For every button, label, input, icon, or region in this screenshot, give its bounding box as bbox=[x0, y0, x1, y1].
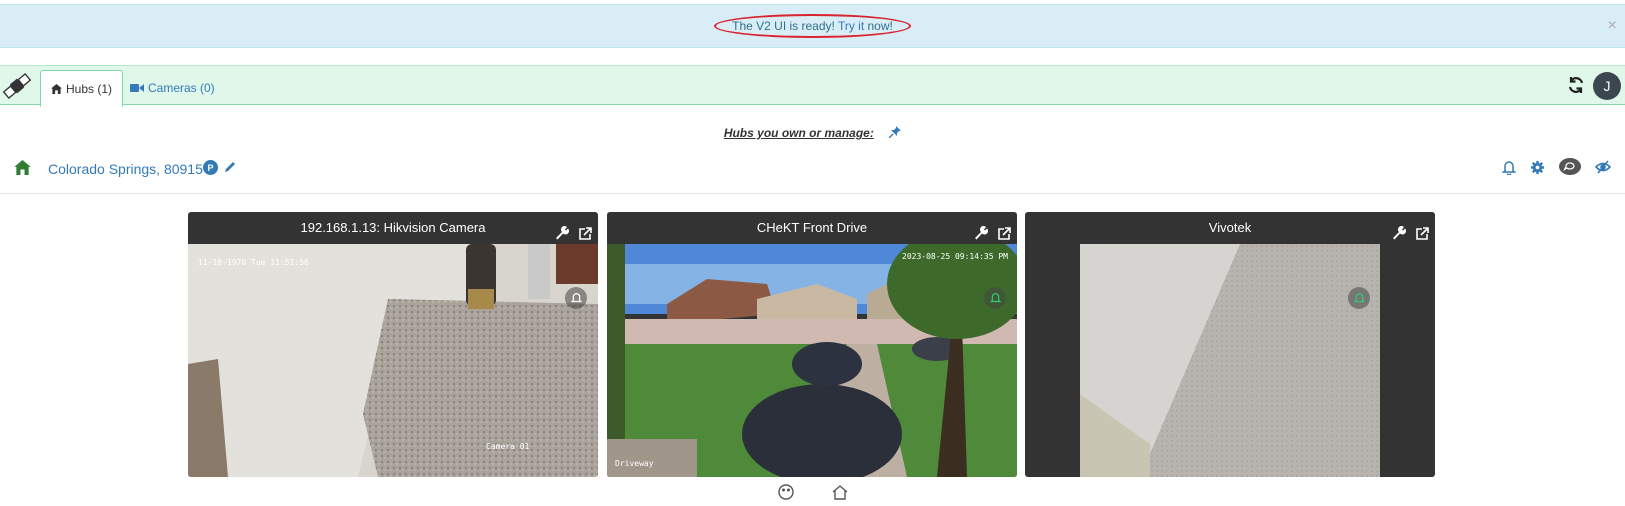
motion-bell-icon[interactable] bbox=[1348, 287, 1370, 309]
camera-title: Vivotek bbox=[1208, 220, 1252, 235]
video-camera-icon bbox=[130, 84, 144, 92]
motion-bell-icon[interactable] bbox=[565, 287, 587, 309]
refresh-icon[interactable] bbox=[1567, 76, 1585, 97]
camera-overlay-label: Driveway bbox=[615, 459, 654, 468]
footer-icons bbox=[778, 484, 848, 503]
camera-header: Vivotek bbox=[1025, 212, 1435, 244]
camera-header: CHeKT Front Drive bbox=[607, 212, 1017, 244]
tab-cameras[interactable]: Cameras (0) bbox=[120, 70, 225, 106]
camera-title: CHeKT Front Drive bbox=[756, 220, 868, 235]
camera-card[interactable]: Vivotek bbox=[1025, 212, 1435, 477]
tab-hubs[interactable]: Hubs (1) bbox=[40, 70, 124, 107]
avatar[interactable]: J bbox=[1593, 72, 1621, 100]
eye-slash-icon[interactable] bbox=[1594, 160, 1612, 177]
home-icon bbox=[51, 83, 62, 94]
comment-icon[interactable] bbox=[1559, 158, 1581, 179]
camera-header: 192.168.1.13: Hikvision Camera bbox=[188, 212, 598, 244]
camera-card[interactable]: CHeKT Front Drive 2023-08-25 09:14:35 PM… bbox=[607, 212, 1017, 477]
v2-ui-banner: The V2 UI is ready! Try it now! × bbox=[0, 4, 1625, 48]
close-icon[interactable]: × bbox=[1608, 17, 1617, 35]
camera-title: 192.168.1.13: Hikvision Camera bbox=[300, 220, 486, 235]
hubs-heading-label: Hubs you own or manage: bbox=[723, 126, 874, 140]
hub-home-icon bbox=[14, 160, 31, 178]
hub-row: Colorado Springs, 80915 P bbox=[0, 150, 1625, 194]
gear-icon[interactable] bbox=[1530, 160, 1545, 178]
satellite-logo-icon[interactable] bbox=[0, 70, 34, 102]
bell-icon[interactable] bbox=[1501, 160, 1517, 178]
pin-icon[interactable] bbox=[888, 126, 902, 141]
hubs-heading: Hubs you own or manage: bbox=[0, 126, 1625, 141]
tab-hubs-label: Hubs (1) bbox=[66, 81, 113, 96]
camera-card[interactable]: 192.168.1.13: Hikvision Camera 11-10-197… bbox=[188, 212, 598, 477]
hub-name-link[interactable]: Colorado Springs, 80915 bbox=[48, 161, 203, 177]
external-link-icon[interactable] bbox=[1416, 220, 1429, 252]
plan-badge: P bbox=[203, 160, 218, 175]
house-add-icon[interactable] bbox=[832, 484, 848, 503]
banner-message: The V2 UI is ready! Try it now! bbox=[714, 14, 911, 38]
camera-overlay-label: Camera 01 bbox=[486, 442, 530, 451]
smiley-icon[interactable] bbox=[778, 484, 794, 503]
top-navbar: Hubs (1) Cameras (0) J bbox=[0, 65, 1625, 107]
motion-bell-icon[interactable] bbox=[984, 287, 1006, 309]
camera-feed[interactable] bbox=[1080, 244, 1380, 477]
camera-feed[interactable]: 11-10-1970 Tue 11:51:56 Camera 01 bbox=[188, 244, 598, 477]
tab-cameras-label: Cameras (0) bbox=[148, 81, 215, 95]
camera-timestamp: 11-10-1970 Tue 11:51:56 bbox=[198, 258, 309, 267]
banner-text-end: now! bbox=[864, 19, 893, 33]
camera-feed[interactable]: 2023-08-25 09:14:35 PM Driveway bbox=[607, 244, 1017, 477]
wrench-icon[interactable] bbox=[1392, 220, 1407, 252]
try-it-link[interactable]: Try it bbox=[838, 19, 864, 33]
pencil-icon[interactable] bbox=[224, 161, 236, 176]
hub-actions bbox=[1501, 158, 1612, 179]
camera-timestamp: 2023-08-25 09:14:35 PM bbox=[902, 252, 1008, 261]
banner-text: The V2 UI is ready! bbox=[732, 19, 838, 33]
